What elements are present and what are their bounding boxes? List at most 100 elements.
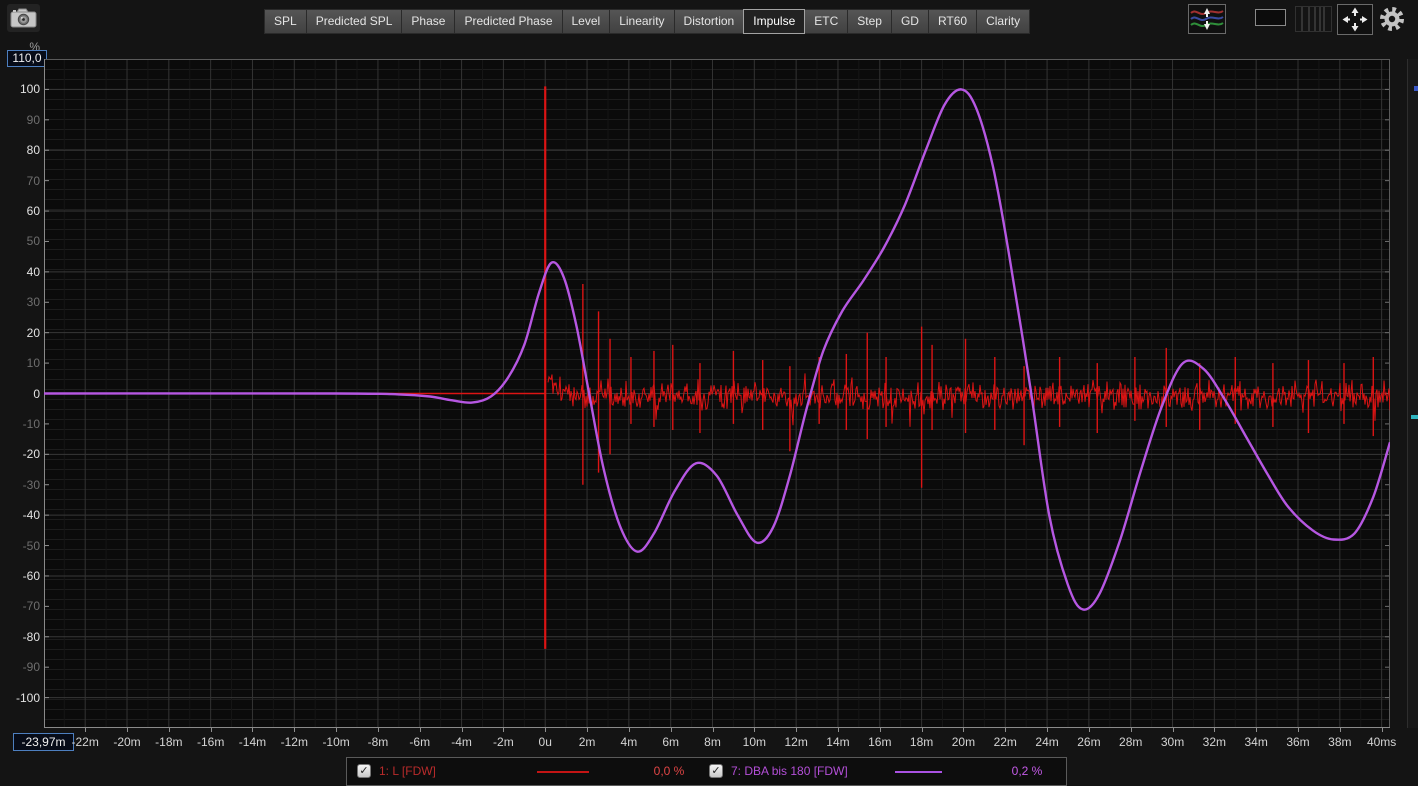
x-tick-mark — [1172, 728, 1174, 732]
x-tick-label: -20m — [113, 735, 141, 749]
vertical-scrollbar[interactable] — [1407, 59, 1418, 728]
tab-rt60[interactable]: RT60 — [927, 9, 978, 34]
legend-label[interactable]: 1: L [FDW] — [379, 764, 436, 778]
x-tick-mark — [1088, 728, 1090, 732]
pan-view-button[interactable] — [1337, 4, 1373, 35]
x-tick-label: -12m — [280, 735, 308, 749]
y-tick-label: -40 — [22, 508, 40, 523]
legend-label[interactable]: 7: DBA bis 180 [FDW] — [731, 764, 848, 778]
x-tick-mark — [377, 728, 379, 732]
screenshot-button[interactable] — [7, 4, 40, 32]
x-tick-label: 0u — [538, 735, 552, 749]
tab-impulse[interactable]: Impulse — [743, 9, 806, 34]
x-tick-mark — [252, 728, 254, 732]
x-tick-label: 24m — [1035, 735, 1059, 749]
x-tick-mark — [461, 728, 463, 732]
x-tick-label: 16m — [868, 735, 892, 749]
autoscale-curves-button[interactable] — [1188, 4, 1226, 34]
curves-autoscale-icon — [1190, 8, 1224, 30]
x-tick-mark — [712, 728, 714, 732]
x-tick-label: 8m — [704, 735, 721, 749]
x-tick-label: -14m — [238, 735, 267, 749]
x-tick-mark — [670, 728, 672, 732]
x-tick-label: 6m — [662, 735, 680, 749]
tab-step[interactable]: Step — [847, 9, 892, 34]
x-tick-mark — [587, 728, 589, 732]
band-lines-button[interactable] — [1295, 6, 1332, 32]
y-tick-label: -70 — [22, 599, 40, 614]
y-tick-label: 80 — [26, 143, 40, 158]
settings-button[interactable] — [1378, 5, 1406, 33]
tab-distortion[interactable]: Distortion — [673, 9, 745, 34]
x-tick-label: -16m — [196, 735, 225, 749]
x-tick-label: 32m — [1202, 735, 1227, 749]
x-tick-label: 4m — [620, 735, 638, 749]
pan-arrows-icon — [1342, 7, 1368, 32]
x-tick-mark — [503, 728, 505, 732]
tab-predicted-phase[interactable]: Predicted Phase — [454, 9, 563, 34]
y-tick-label: 20 — [26, 325, 40, 340]
display-box-button[interactable] — [1255, 9, 1286, 26]
x-tick-mark — [168, 728, 170, 732]
tab-linearity[interactable]: Linearity — [609, 9, 675, 34]
x-tick-mark — [1256, 728, 1258, 732]
y-tick-label: 90 — [26, 112, 40, 127]
x-tick-mark — [210, 728, 212, 732]
x-tick-label: 28m — [1119, 735, 1143, 749]
tab-clarity[interactable]: Clarity — [976, 9, 1031, 34]
x-tick-mark — [921, 728, 923, 732]
x-tick-label: -2m — [493, 735, 514, 749]
x-tick-label: -22m — [71, 735, 99, 749]
x-tick-label: 34m — [1244, 735, 1268, 749]
y-tick-label: -60 — [22, 568, 40, 583]
tab-level[interactable]: Level — [561, 9, 611, 34]
x-tick-label: 40ms — [1366, 735, 1397, 749]
x-tick-label: 30m — [1160, 735, 1185, 749]
tab-spl[interactable]: SPL — [264, 9, 307, 34]
y-tick-label: 10 — [26, 356, 40, 371]
x-tick-mark — [837, 728, 839, 732]
y-tick-label: 60 — [26, 204, 40, 219]
x-tick-mark — [1297, 728, 1299, 732]
y-tick-label: -100 — [15, 690, 40, 705]
impulse-chart — [43, 59, 1392, 728]
x-tick-label: 10m — [742, 735, 766, 749]
tab-predicted-spl[interactable]: Predicted SPL — [305, 9, 403, 34]
tab-gd[interactable]: GD — [890, 9, 929, 34]
legend-checkbox[interactable]: ✓ — [709, 764, 723, 778]
x-tick-mark — [1339, 728, 1341, 732]
tab-phase[interactable]: Phase — [401, 9, 456, 34]
plot-area[interactable] — [43, 59, 1392, 728]
x-tick-label: 36m — [1286, 735, 1310, 749]
y-tick-label: 40 — [26, 264, 40, 279]
tab-etc[interactable]: ETC — [804, 9, 849, 34]
x-tick-label: -10m — [322, 735, 350, 749]
y-max-input[interactable]: 110,0 — [7, 50, 47, 67]
legend-checkbox[interactable]: ✓ — [357, 764, 371, 778]
x-min-input[interactable]: -23,97m — [13, 733, 74, 751]
x-tick-mark — [879, 728, 881, 732]
view-tab-bar: SPL Predicted SPL Phase Predicted Phase Leve… — [264, 9, 1031, 34]
x-tick-mark — [628, 728, 630, 732]
x-tick-mark — [1130, 728, 1132, 732]
x-tick-label: 26m — [1077, 735, 1101, 749]
x-tick-mark — [963, 728, 965, 732]
x-tick-mark — [754, 728, 756, 732]
x-tick-mark — [1214, 728, 1216, 732]
legend-bar: ✓ 1: L [FDW] 0,0 % ✓ 7: DBA bis 180 [FDW] 0,2… — [346, 757, 1067, 786]
y-tick-label: -90 — [22, 660, 40, 675]
y-tick-label: -10 — [22, 416, 40, 431]
x-tick-label: -6m — [409, 735, 431, 749]
x-tick-mark — [1005, 728, 1007, 732]
scroll-marker-cyan — [1411, 415, 1418, 419]
legend-line-sample — [895, 771, 942, 773]
y-tick-label: -20 — [22, 447, 40, 462]
x-tick-mark — [545, 728, 547, 732]
y-tick-label: 30 — [26, 295, 40, 310]
y-tick-label: -30 — [22, 477, 40, 492]
x-tick-label: -4m — [451, 735, 472, 749]
legend-line-sample — [537, 771, 589, 773]
y-tick-label: -50 — [22, 538, 40, 553]
y-tick-label: -80 — [22, 629, 40, 644]
x-tick-mark — [419, 728, 421, 732]
